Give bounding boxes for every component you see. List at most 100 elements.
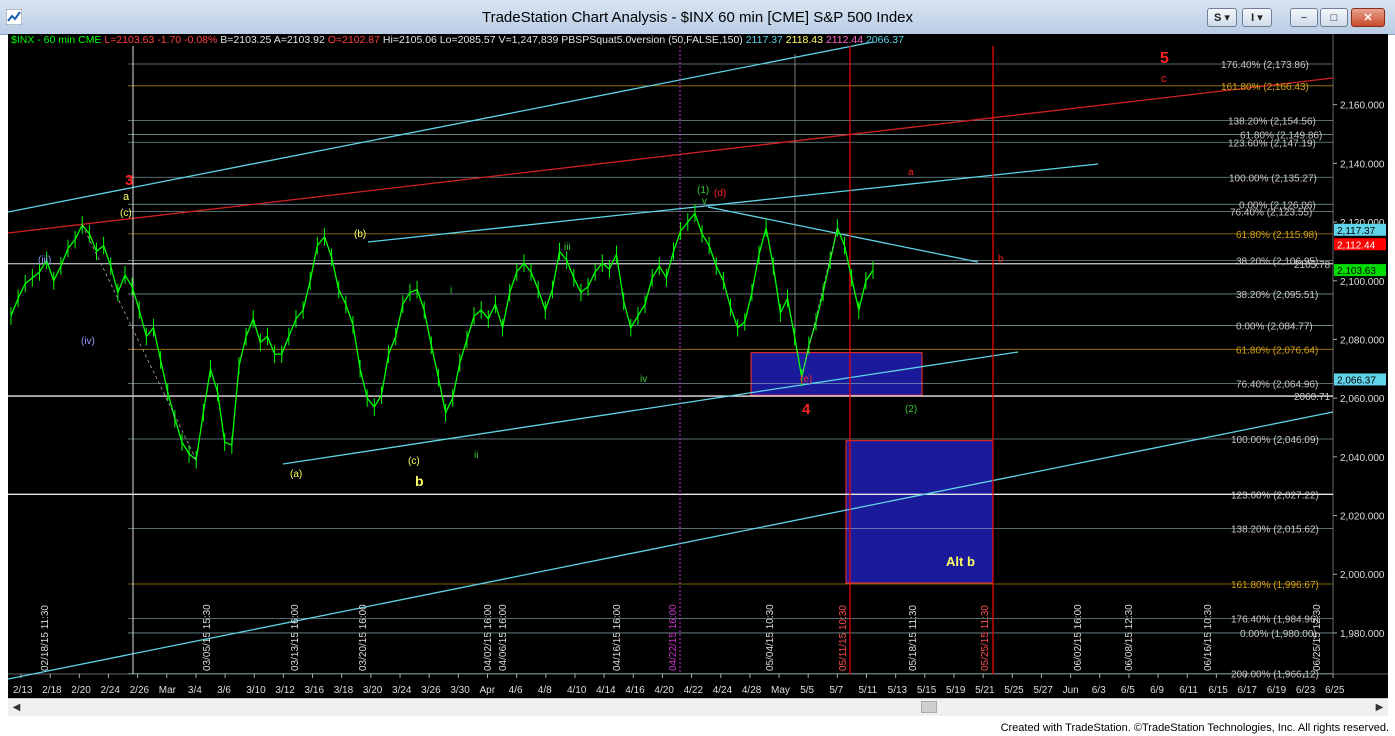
scroll-thumb[interactable] — [921, 701, 937, 713]
chart-header: $INX - 60 min CME L=2103.63 -1.70 -0.08%… — [11, 34, 904, 46]
wave-label: a — [123, 191, 130, 203]
s-menu-label: S — [1214, 12, 1222, 24]
x-tick-label: 3/6 — [217, 685, 231, 696]
time-marker-label: 06/08/15 12:30 — [1124, 604, 1135, 671]
s-menu-button[interactable]: S ▾ — [1207, 8, 1237, 27]
x-tick-label: 3/4 — [188, 685, 202, 696]
header-item: 2118.43 — [783, 34, 823, 46]
time-marker-label: 04/02/15 16:00 — [483, 604, 494, 671]
time-marker-label: 06/16/15 10:30 — [1203, 604, 1214, 671]
x-tick-label: 2/18 — [42, 685, 62, 696]
x-tick-label: 6/25 — [1325, 685, 1345, 696]
x-tick-label: 4/14 — [596, 685, 616, 696]
x-tick-label: 3/26 — [421, 685, 441, 696]
close-button[interactable]: ✕ — [1351, 8, 1385, 27]
fib-level-label: 176.40% (2,173.86) — [1221, 60, 1309, 71]
time-marker-label: 03/20/15 16:00 — [358, 604, 369, 671]
fib-level-label: 138.20% (2,154.56) — [1228, 117, 1316, 128]
fib-level-label: 2060.71 — [1294, 392, 1331, 403]
wave-label: (iii) — [38, 255, 51, 266]
time-marker-label: 04/16/15 16:00 — [612, 604, 623, 671]
price-axis-box-label: 2,112.44 — [1337, 240, 1376, 251]
time-marker-label: 05/04/15 10:30 — [765, 604, 776, 671]
y-tick-label: 2,160.000 — [1340, 101, 1385, 112]
fib-level-label: 76.40% (2,123.55) — [1230, 208, 1312, 219]
x-tick-label: 5/15 — [917, 685, 937, 696]
y-tick-label: 2,080.000 — [1340, 335, 1385, 346]
wave-label: (1) — [697, 185, 709, 196]
x-tick-label: 6/23 — [1296, 685, 1316, 696]
scroll-left-arrow-icon[interactable]: ◀ — [8, 699, 25, 716]
y-tick-label: 2,040.000 — [1340, 453, 1385, 464]
time-marker-label: 05/11/15 10:30 — [838, 605, 849, 671]
x-tick-label: 6/9 — [1150, 685, 1164, 696]
y-tick-label: 1,980.000 — [1340, 629, 1385, 640]
x-tick-label: 3/16 — [305, 685, 325, 696]
x-tick-label: 4/10 — [567, 685, 587, 696]
fib-level-label: 76.40% (2,064.96) — [1236, 380, 1318, 391]
time-marker-label: 06/02/15 16:00 — [1073, 604, 1084, 671]
minimize-icon: − — [1300, 12, 1308, 24]
wave-label: (c) — [120, 208, 132, 219]
time-marker-label: 02/18/15 11:30 — [40, 605, 51, 671]
fib-level-label: 176.40% (1,984.96) — [1231, 614, 1319, 625]
header-item: Lo=2085.57 — [437, 34, 496, 46]
y-tick-label: 2,000.000 — [1340, 570, 1385, 581]
price-axis-box-label: 2,103.63 — [1337, 266, 1376, 277]
header-item: 2117.37 — [743, 34, 783, 46]
window-title: TradeStation Chart Analysis - $INX 60 mi… — [481, 9, 914, 26]
y-tick-label: 2,100.000 — [1340, 277, 1385, 288]
x-tick-label: 5/21 — [975, 685, 995, 696]
x-tick-label: 2/26 — [130, 685, 150, 696]
wave-label: iv — [640, 374, 647, 385]
x-tick-label: Mar — [159, 685, 177, 696]
header-item: PBSPSquat5.0version (50,FALSE,150) — [558, 34, 742, 46]
wave-label: iii — [564, 242, 571, 253]
x-tick-label: 5/19 — [946, 685, 966, 696]
time-marker-label: 05/25/15 11:30 — [980, 605, 991, 671]
time-marker-label: 06/25/15 12:30 — [1312, 604, 1323, 671]
x-tick-label: 5/25 — [1004, 685, 1024, 696]
x-tick-label: 5/11 — [859, 685, 878, 696]
price-chart[interactable]: $INX - 60 min CME L=2103.63 -1.70 -0.08%… — [7, 34, 1388, 698]
horizontal-scrollbar[interactable]: ◀ ▶ — [8, 698, 1388, 716]
scroll-right-arrow-icon[interactable]: ▶ — [1371, 699, 1388, 716]
wave-label: (d) — [714, 188, 726, 199]
channel-line — [367, 163, 1099, 243]
minimize-button[interactable]: − — [1290, 8, 1318, 27]
wave-label: c — [1161, 73, 1167, 85]
x-tick-label: May — [771, 685, 790, 696]
wave-label: v — [702, 196, 707, 207]
title-bar: TradeStation Chart Analysis - $INX 60 mi… — [0, 0, 1395, 35]
wave-label: (a) — [290, 469, 302, 480]
wave-label: a — [908, 167, 914, 178]
wave-label: 5 — [1160, 50, 1169, 67]
i-menu-button[interactable]: I ▾ — [1242, 8, 1272, 27]
wave-label: 3 — [125, 172, 133, 189]
header-item: Hi=2105.06 — [380, 34, 437, 46]
fib-level-label: 0.00% (2,084.77) — [1236, 321, 1313, 332]
price-axis-box-label: 2,066.37 — [1337, 375, 1376, 386]
x-tick-label: 6/5 — [1121, 685, 1135, 696]
x-tick-label: Jun — [1063, 685, 1079, 696]
x-tick-label: 6/15 — [1208, 685, 1228, 696]
fib-level-label: 0.00% (1,980.00) — [1240, 629, 1317, 640]
copyright-text: Created with TradeStation. ©TradeStation… — [1000, 722, 1389, 734]
header-item: A=2103.92 — [271, 34, 325, 46]
x-tick-label: 2/20 — [71, 685, 91, 696]
fib-level-label: 123.60% (2,027.22) — [1231, 490, 1319, 501]
x-tick-label: 5/13 — [888, 685, 908, 696]
header-item: V=1,247,839 — [496, 34, 559, 46]
x-tick-label: 4/28 — [742, 685, 762, 696]
y-tick-label: 2,140.000 — [1340, 159, 1385, 170]
fib-level-label: 100.00% (2,135.27) — [1229, 173, 1317, 184]
header-item: O=2102.87 — [325, 34, 380, 46]
time-marker-label: 04/22/15 16:00 — [668, 604, 679, 671]
header-item: L=2103.63 — [101, 34, 154, 46]
time-marker-label: 05/18/15 11:30 — [908, 605, 919, 671]
header-item: B=2103.25 — [217, 34, 271, 46]
restore-button[interactable]: □ — [1320, 8, 1348, 27]
chart-canvas[interactable]: $INX - 60 min CME L=2103.63 -1.70 -0.08%… — [7, 34, 1388, 698]
x-tick-label: Apr — [479, 685, 495, 696]
fib-level-label: 161.80% (1,996.67) — [1231, 580, 1319, 591]
